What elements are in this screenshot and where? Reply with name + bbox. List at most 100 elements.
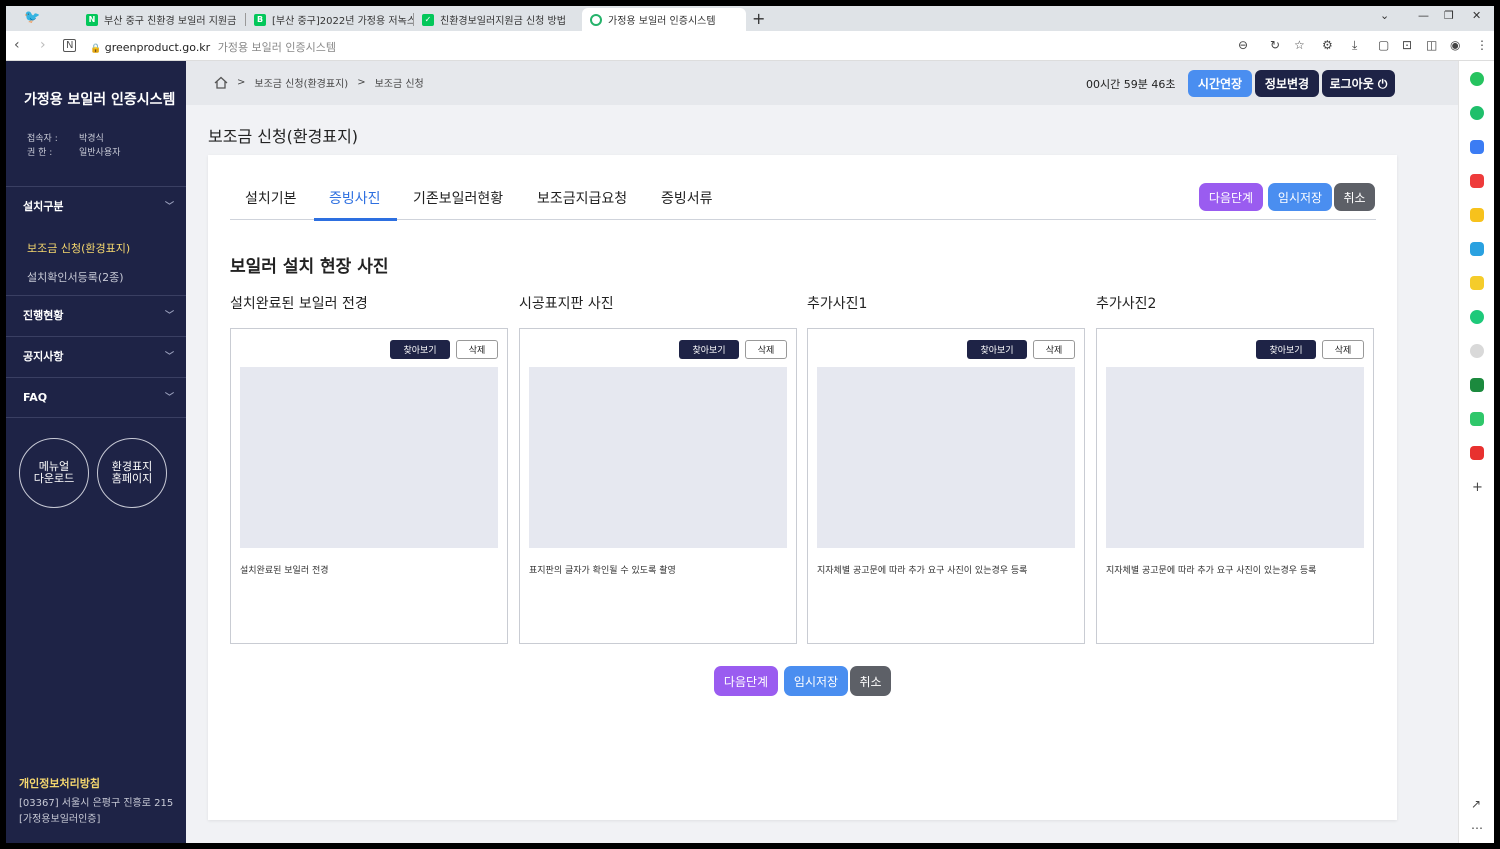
photo-preview[interactable]: [817, 367, 1075, 548]
nav-section-label: FAQ: [23, 391, 48, 404]
delete-button[interactable]: 삭제: [1033, 340, 1075, 359]
zoom-icon[interactable]: ⊖: [1238, 38, 1248, 52]
extend-time-button[interactable]: 시간연장: [1188, 70, 1252, 97]
photo-label-installed-boiler: 설치완료된 보일러 전경: [230, 296, 368, 312]
avatar-app-icon[interactable]: [1470, 344, 1484, 358]
favorites-icon[interactable]: ☆: [1294, 38, 1305, 52]
pocket-icon[interactable]: [1470, 174, 1484, 188]
naver-home-icon[interactable]: N: [63, 39, 77, 52]
user-info: 접속자 : 박경식 권 한 : 일반사용자: [27, 132, 120, 160]
restore-icon[interactable]: ❐: [1444, 9, 1454, 22]
browser-tab-title: 가정용 보일러 인증시스템: [608, 16, 716, 27]
photo-upload-box: 찾아보기 삭제 표지판의 글자가 확인될 수 있도록 촬영: [519, 328, 797, 644]
webtoon-icon[interactable]: [1470, 412, 1484, 426]
browse-button[interactable]: 찾아보기: [679, 340, 739, 359]
browser-tab-title: 친환경보일러지원금 신청 방법: [440, 16, 566, 27]
tab-evidence-photos[interactable]: 증빙사진: [329, 188, 381, 208]
photo-preview[interactable]: [240, 367, 498, 548]
form-card: 설치기본 증빙사진 기존보일러현황 보조금지급요청 증빙서류 다음단계 임시저장…: [208, 155, 1397, 820]
shield-app-icon[interactable]: [1470, 378, 1484, 392]
delete-button[interactable]: 삭제: [1322, 340, 1364, 359]
user-role: 일반사용자: [79, 148, 121, 158]
blog-favicon-icon: B: [254, 13, 266, 26]
photo-preview[interactable]: [529, 367, 787, 548]
briefcase-icon[interactable]: [1470, 140, 1484, 154]
download-icon[interactable]: ⤓: [1352, 38, 1357, 53]
translate-icon[interactable]: [1470, 242, 1484, 256]
nav-section-label: 공지사항: [23, 350, 64, 363]
nav-item-install-confirmation[interactable]: 설치확인서등록(2종): [27, 269, 124, 285]
nav-section-notice[interactable]: 공지사항 ﹀: [6, 336, 186, 377]
breadcrumb-item[interactable]: 보조금 신청(환경표지): [254, 75, 348, 90]
tab-existing-boiler[interactable]: 기존보일러현황: [413, 188, 503, 208]
logout-button[interactable]: 로그아웃 ⏻: [1322, 70, 1395, 97]
photo-upload-box: 찾아보기 삭제 설치완료된 보일러 전경: [230, 328, 508, 644]
back-icon[interactable]: ‹: [14, 37, 20, 53]
cancel-button-top[interactable]: 취소: [1334, 183, 1375, 211]
new-tab-icon[interactable]: +: [752, 9, 765, 28]
star-app-icon[interactable]: [1470, 208, 1484, 222]
forward-icon[interactable]: ›: [40, 37, 46, 53]
nav-item-subsidy-request[interactable]: 보조금 신청(환경표지): [27, 240, 130, 256]
tab-subsidy-payment[interactable]: 보조금지급요청: [537, 188, 627, 208]
browser-tab-1[interactable]: N 부산 중구 친환경 보일러 지원금: [78, 8, 246, 31]
extensions-icon[interactable]: ⚙: [1322, 38, 1333, 52]
delete-button[interactable]: 삭제: [456, 340, 498, 359]
temp-save-button-bottom[interactable]: 임시저장: [784, 666, 848, 696]
profile-icon[interactable]: ◉: [1450, 38, 1460, 52]
photo-label-extra-2: 추가사진2: [1096, 296, 1157, 312]
privacy-policy-link[interactable]: 개인정보처리방침: [19, 775, 100, 791]
add-app-icon[interactable]: +: [1472, 480, 1483, 495]
session-timer: 00시간 59분 46초: [1086, 78, 1176, 91]
browser-side-panel: + ↗ ⋯: [1458, 61, 1494, 843]
tab-list-icon[interactable]: ⌄: [1380, 9, 1389, 22]
external-link-icon[interactable]: ↗: [1471, 797, 1481, 811]
user-name: 박경식: [79, 134, 104, 144]
memo-icon[interactable]: [1470, 276, 1484, 290]
breadcrumb-separator: >: [237, 77, 246, 88]
browse-button[interactable]: 찾아보기: [1256, 340, 1316, 359]
eco-label-homepage-button[interactable]: 환경표지 홈페이지: [97, 438, 167, 508]
screenshot-icon[interactable]: ⊡: [1402, 38, 1412, 52]
more-menu-icon[interactable]: ⋮: [1476, 38, 1488, 52]
photo-preview[interactable]: [1106, 367, 1364, 548]
site-favicon-icon: [590, 13, 602, 26]
next-step-button-top[interactable]: 다음단계: [1199, 183, 1263, 211]
minimize-icon[interactable]: —: [1418, 9, 1429, 22]
nav-section-faq[interactable]: FAQ ﹀: [6, 377, 186, 418]
photo-description: 설치완료된 보일러 전경: [240, 566, 329, 576]
browse-button[interactable]: 찾아보기: [967, 340, 1027, 359]
browser-tab-3[interactable]: ✓ 친환경보일러지원금 신청 방법: [414, 8, 582, 31]
more-panel-icon[interactable]: ⋯: [1471, 821, 1483, 835]
cancel-button-bottom[interactable]: 취소: [850, 666, 891, 696]
nav-section-progress[interactable]: 진행현황 ﹀: [6, 295, 186, 336]
breadcrumb: > 보조금 신청(환경표지) > 보조금 신청: [214, 75, 424, 90]
manual-download-button[interactable]: 메뉴얼 다운로드: [19, 438, 89, 508]
whale-icon[interactable]: [1470, 72, 1484, 86]
play-icon[interactable]: [1470, 310, 1484, 324]
refresh-icon[interactable]: ↻: [1270, 38, 1280, 52]
capture-icon[interactable]: ▢: [1378, 38, 1389, 52]
browser-window: 🐦 N 부산 중구 친환경 보일러 지원금 B [부산 중구]2022년 가정용…: [6, 6, 1494, 843]
temp-save-button-top[interactable]: 임시저장: [1268, 183, 1332, 211]
tab-install-basic[interactable]: 설치기본: [245, 188, 297, 208]
edit-info-button[interactable]: 정보변경: [1255, 70, 1319, 97]
browser-tab-4-active[interactable]: 가정용 보일러 인증시스템: [582, 8, 746, 31]
brand-title[interactable]: 가정용 보일러 인증시스템: [24, 89, 175, 109]
delete-button[interactable]: 삭제: [745, 340, 787, 359]
url-field[interactable]: 🔒 greenproduct.go.kr 가정용 보일러 인증시스템: [90, 39, 336, 55]
notification-icon[interactable]: [1470, 106, 1484, 120]
close-window-icon[interactable]: ✕: [1472, 9, 1481, 22]
browse-button[interactable]: 찾아보기: [390, 340, 450, 359]
home-icon[interactable]: [214, 76, 228, 89]
chevron-down-icon: ﹀: [164, 202, 174, 212]
tab-evidence-documents[interactable]: 증빙서류: [661, 188, 713, 208]
next-step-button-bottom[interactable]: 다음단계: [714, 666, 778, 696]
nav-section-install-type[interactable]: 설치구분 ﹀: [6, 186, 186, 227]
news-app-icon[interactable]: [1470, 446, 1484, 460]
check-favicon-icon: ✓: [422, 13, 434, 26]
role-label: 권 한 :: [27, 148, 53, 158]
browser-tab-2[interactable]: B [부산 중구]2022년 가정용 저녹스: [246, 8, 414, 31]
nav-section-label: 진행현황: [23, 309, 64, 322]
sidebar-toggle-icon[interactable]: ◫: [1426, 38, 1437, 52]
